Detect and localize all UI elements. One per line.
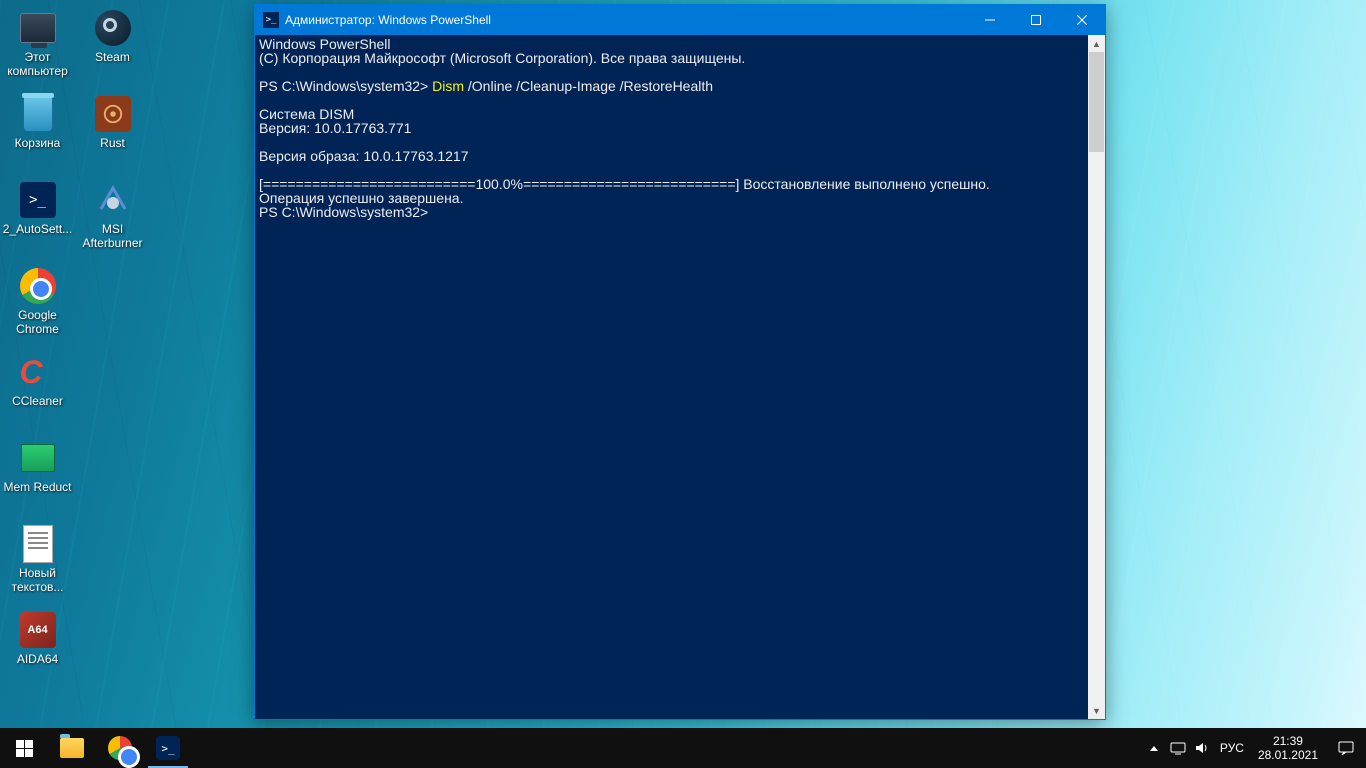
language-indicator[interactable]: РУС	[1214, 741, 1250, 755]
chrome-icon	[108, 736, 132, 760]
tray-overflow-button[interactable]	[1142, 728, 1166, 768]
maximize-button[interactable]	[1013, 5, 1059, 35]
msi-afterburner-icon	[95, 182, 131, 218]
mem-reduct-icon	[21, 444, 55, 472]
desktop-icons: Этоткомпьютер Корзина >_ 2_AutoSett... G…	[0, 2, 150, 690]
scroll-down-button[interactable]: ▼	[1088, 702, 1105, 719]
powershell-title-icon: >_	[263, 12, 279, 28]
term-line: Операция успешно завершена.	[259, 191, 1101, 205]
folder-icon	[60, 738, 84, 758]
text-file-icon	[23, 525, 53, 563]
taskbar: >_ РУС 21:39 28.01.2021	[0, 728, 1366, 768]
term-line	[259, 93, 1101, 107]
powershell-icon: >_	[20, 182, 56, 218]
icon-label: Mem Reduct	[3, 480, 71, 494]
titlebar[interactable]: >_ Администратор: Windows PowerShell	[255, 5, 1105, 35]
desktop-icon-steam[interactable]: Steam	[75, 2, 150, 88]
powershell-icon: >_	[156, 736, 180, 760]
desktop-icon-textfile[interactable]: Новыйтекстов...	[0, 518, 75, 604]
icon-label: CCleaner	[12, 394, 63, 408]
term-line: Windows PowerShell	[259, 37, 1101, 51]
desktop-icon-rust[interactable]: Rust	[75, 88, 150, 174]
terminal-output[interactable]: Windows PowerShell (C) Корпорация Майкро…	[255, 35, 1105, 719]
minimize-button[interactable]	[967, 5, 1013, 35]
icon-label: MSIAfterburner	[82, 222, 142, 250]
close-button[interactable]	[1059, 5, 1105, 35]
scrollbar[interactable]: ▲ ▼	[1088, 35, 1105, 719]
clock-date: 28.01.2021	[1258, 748, 1318, 762]
icon-label: Корзина	[15, 136, 61, 150]
icon-label: GoogleChrome	[16, 308, 59, 336]
tray-network-icon[interactable]	[1166, 728, 1190, 768]
windows-icon	[16, 740, 33, 757]
term-line: Cистема DISM	[259, 107, 1101, 121]
term-prompt-line: PS C:\Windows\system32>	[259, 205, 1101, 219]
term-line: Версия образа: 10.0.17763.1217	[259, 149, 1101, 163]
desktop-icon-recycle-bin[interactable]: Корзина	[0, 88, 75, 174]
desktop-icon-msi-afterburner[interactable]: MSIAfterburner	[75, 174, 150, 260]
command-args: /Online /Cleanup-Image /RestoreHealth	[464, 78, 713, 94]
powershell-window: >_ Администратор: Windows PowerShell Win…	[254, 4, 1106, 720]
scroll-thumb[interactable]	[1089, 52, 1104, 152]
start-button[interactable]	[0, 728, 48, 768]
action-center-button[interactable]	[1326, 740, 1366, 756]
icon-label: Новыйтекстов...	[12, 566, 64, 594]
desktop-icon-autosettings[interactable]: >_ 2_AutoSett...	[0, 174, 75, 260]
prompt: PS C:\Windows\system32>	[259, 78, 432, 94]
tray-volume-icon[interactable]	[1190, 728, 1214, 768]
scroll-up-button[interactable]: ▲	[1088, 35, 1105, 52]
term-line: Версия: 10.0.17763.771	[259, 121, 1101, 135]
clock-time: 21:39	[1258, 734, 1318, 748]
steam-icon	[95, 10, 131, 46]
taskbar-powershell[interactable]: >_	[144, 728, 192, 768]
desktop-icon-chrome[interactable]: GoogleChrome	[0, 260, 75, 346]
icon-label: Rust	[100, 136, 125, 150]
recycle-bin-icon	[23, 96, 53, 132]
ccleaner-icon: C	[20, 354, 56, 390]
rust-icon	[95, 96, 131, 132]
icon-label: Steam	[95, 50, 130, 64]
term-line	[259, 163, 1101, 177]
desktop-icon-aida64[interactable]: A64 AIDA64	[0, 604, 75, 690]
term-line	[259, 65, 1101, 79]
icon-label: 2_AutoSett...	[3, 222, 72, 236]
desktop-icon-mem-reduct[interactable]: Mem Reduct	[0, 432, 75, 518]
taskbar-chrome[interactable]	[96, 728, 144, 768]
desktop-icon-ccleaner[interactable]: C CCleaner	[0, 346, 75, 432]
term-progress-line: [==========================100.0%=======…	[259, 177, 1101, 191]
window-title: Администратор: Windows PowerShell	[285, 13, 967, 27]
chrome-icon	[20, 268, 56, 304]
taskbar-clock[interactable]: 21:39 28.01.2021	[1250, 734, 1326, 762]
command-name: Dism	[432, 78, 464, 94]
icon-label: Этоткомпьютер	[7, 50, 68, 78]
term-prompt-line: PS C:\Windows\system32> Dism /Online /Cl…	[259, 79, 1101, 93]
term-line	[259, 135, 1101, 149]
icon-label: AIDA64	[17, 652, 58, 666]
desktop-icon-this-pc[interactable]: Этоткомпьютер	[0, 2, 75, 88]
chevron-up-icon	[1150, 746, 1158, 751]
aida64-icon: A64	[20, 612, 56, 648]
term-line: (C) Корпорация Майкрософт (Microsoft Cor…	[259, 51, 1101, 65]
computer-icon	[20, 13, 56, 43]
taskbar-explorer[interactable]	[48, 728, 96, 768]
